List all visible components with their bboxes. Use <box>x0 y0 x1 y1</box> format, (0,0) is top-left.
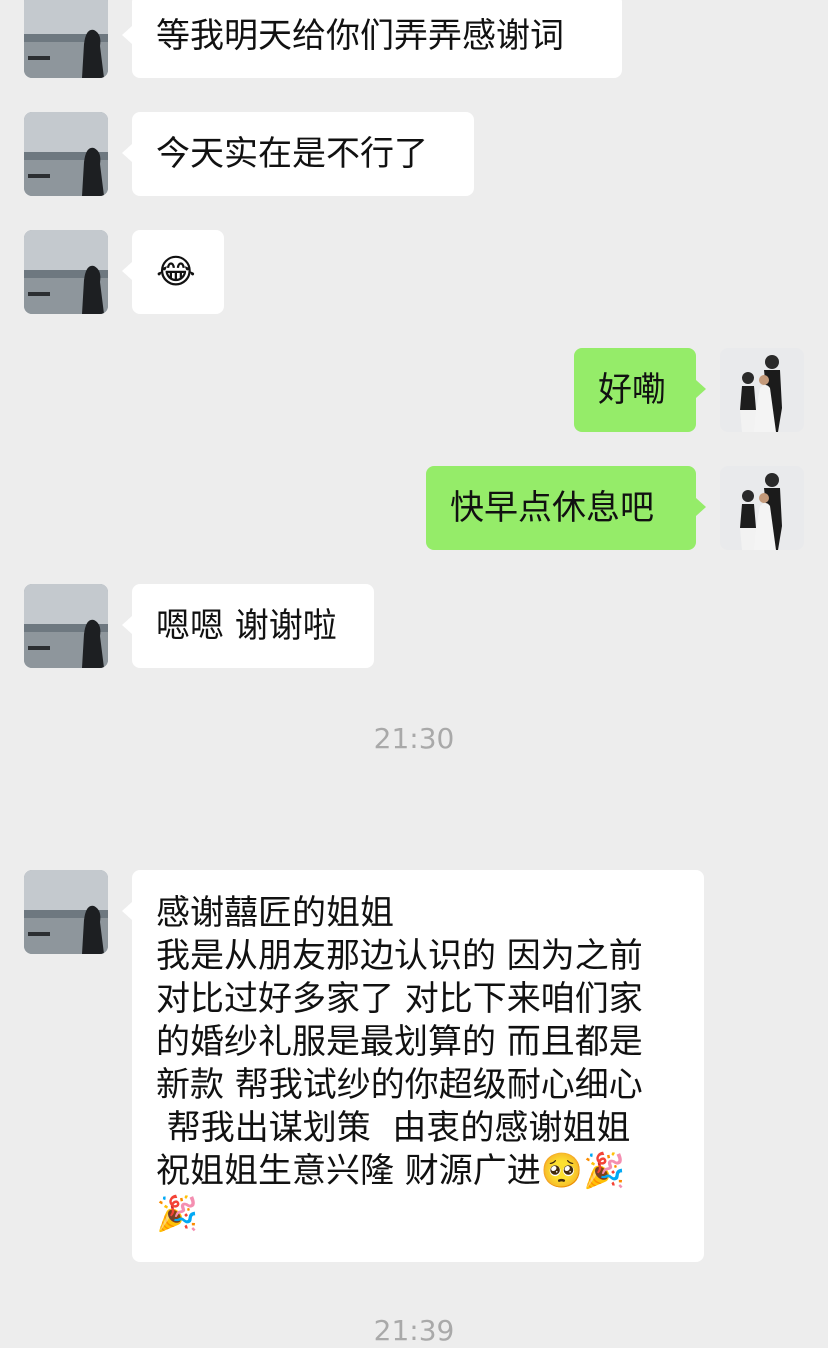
message-text: 嗯嗯 谢谢啦 <box>156 606 337 646</box>
message-line: 对比过好多家了 对比下来咱们家 <box>156 979 643 1019</box>
contact-avatar[interactable] <box>24 0 108 78</box>
message-bubble-own[interactable]: 好嘞 <box>574 348 706 432</box>
message-line: 祝姐姐生意兴隆 财源广进🥺🎉 <box>156 1151 626 1191</box>
message-bubble[interactable]: 感谢囍匠的姐姐 我是从朋友那边认识的 因为之前 对比过好多家了 对比下来咱们家 … <box>122 870 704 1262</box>
contact-avatar[interactable] <box>24 112 108 196</box>
message-line: 🎉 <box>156 1194 199 1234</box>
message-bubble[interactable]: 今天实在是不行了 <box>122 112 474 196</box>
message-line: 我是从朋友那边认识的 因为之前 <box>156 936 643 976</box>
message-bubble[interactable]: 😂 <box>122 230 224 314</box>
my-avatar[interactable] <box>720 466 804 550</box>
contact-avatar[interactable] <box>24 584 108 668</box>
message-bubble[interactable]: 嗯嗯 谢谢啦 <box>122 584 374 668</box>
message-bubble-own[interactable]: 快早点休息吧 <box>426 466 706 550</box>
contact-avatar[interactable] <box>24 230 108 314</box>
message-text: 好嘞 <box>598 370 666 410</box>
message-text: 快早点休息吧 <box>450 488 654 528</box>
contact-avatar[interactable] <box>24 870 108 954</box>
my-avatar[interactable] <box>720 348 804 432</box>
message-line: 的婚纱礼服是最划算的 而且都是 <box>156 1022 643 1062</box>
chat-area[interactable]: 等我明天给你们弄弄感谢词 今天实在是不行了 😂 好嘞 快早点休息吧 嗯嗯 谢谢啦… <box>0 0 828 1347</box>
message-line: 新款 帮我试纱的你超级耐心细心 <box>156 1065 643 1105</box>
tears-of-joy-emoji: 😂 <box>156 252 196 292</box>
message-line: 感谢囍匠的姐姐 <box>156 893 394 933</box>
timestamp: 21:30 <box>373 722 455 755</box>
message-line: 帮我出谋划策 由衷的感谢姐姐 <box>156 1108 631 1148</box>
message-text: 等我明天给你们弄弄感谢词 <box>156 16 564 56</box>
message-bubble[interactable]: 等我明天给你们弄弄感谢词 <box>122 0 622 78</box>
message-text: 今天实在是不行了 <box>156 134 428 174</box>
